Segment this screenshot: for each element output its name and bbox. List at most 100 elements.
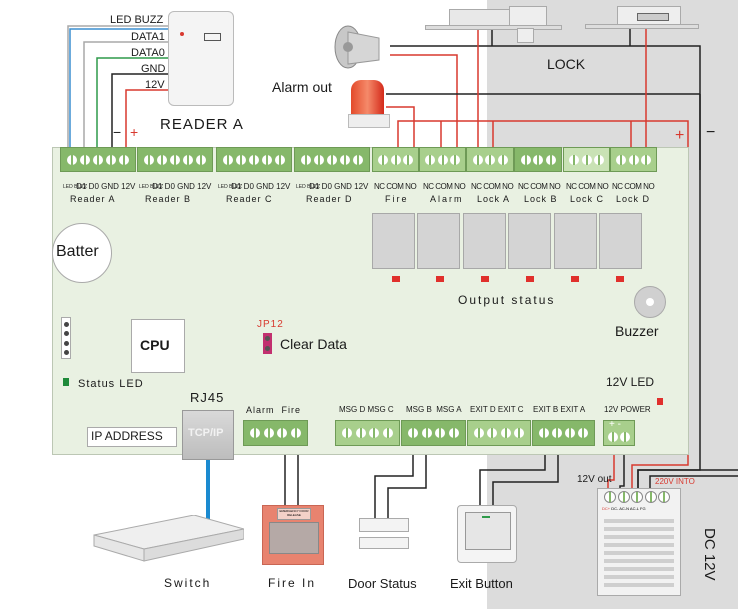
buzzer-label: Buzzer [615,323,659,339]
switch-label: Switch [164,576,212,590]
pin-header [61,317,71,359]
output-led-6 [616,276,624,282]
lock-c-pins: NC COM NO [566,182,609,191]
output-led-3 [481,276,489,282]
terminal-lock-b[interactable] [514,147,562,172]
fire-in-label: Fire In [268,576,317,590]
alarm-pins: NC COM NO [423,182,466,191]
wire-label-data0: DATA0 [131,47,165,59]
relay-lock-d [599,213,642,269]
siren-light-icon [348,80,390,132]
msg-dc-label: MSG D MSG C [339,405,394,414]
tcpip-label: TCP/IP [188,427,224,439]
alarm-out-label: Alarm out [272,79,332,95]
wire-label-12v: 12V [145,79,165,91]
lock-a-port-label: Lock A [477,194,511,204]
reader-a-pins: LED BUZZ D1 D0 GND 12V [63,182,136,191]
wire-label-data1: DATA1 [131,31,165,43]
reader-led-icon [180,32,184,36]
terminal-lock-a[interactable] [466,147,514,172]
terminal-reader-a[interactable] [60,147,136,172]
relay-lock-c [554,213,597,269]
wire-horn-red [390,54,458,156]
reader-minus: − [113,124,122,140]
bus-plus: + [675,127,685,144]
output-led-4 [526,276,534,282]
reader-c-pins: LED BUZZ D1 D0 GND 12V [218,182,291,191]
psu-vents [604,519,674,589]
lock-b-pins: NC COM NO [518,182,561,191]
jp12-jumper[interactable] [263,333,272,354]
horn-speaker-icon [333,22,381,70]
output-led-1 [392,276,400,282]
power-supply-unit: DC+ DC- AC-N AC-L FG [597,488,681,596]
fire-port-label: Fire [385,194,409,204]
ip-address-label: IP ADDRESS [91,429,163,443]
relay-alarm [417,213,460,269]
12v-led-label: 12V LED [606,375,655,389]
terminal-fire[interactable] [372,147,419,172]
msg-ba-label: MSG B MSG A [406,405,462,414]
lock-label: LOCK [547,56,586,72]
lock-b-port-label: Lock B [524,194,558,204]
wire-label-led-buzz: LED BUZZ [110,14,164,26]
reader-b-port-label: Reader B [145,194,192,204]
terminal-exit-ba[interactable] [532,420,595,446]
status-led [63,378,69,386]
lock-c-port-label: Lock C [570,194,605,204]
reader-c-port-label: Reader C [226,194,273,204]
terminal-msg-ba[interactable] [401,420,466,446]
wire-label-gnd: GND [141,63,166,75]
relay-fire [372,213,415,269]
psu-in-label: 220V INTO [655,477,695,486]
exit-button-icon[interactable] [457,505,517,563]
output-led-2 [436,276,444,282]
reader-window [204,33,221,41]
terminal-lock-c[interactable] [563,147,610,172]
cpu-label: CPU [140,337,170,353]
clear-data-label: Clear Data [280,336,347,352]
lock-b-icon [585,6,699,30]
12v-led [657,398,663,405]
terminal-alarm[interactable] [419,147,466,172]
lock-a-pins: NC COM NO [471,182,514,191]
status-led-label: Status LED [78,378,144,390]
door-status-label: Door Status [348,576,417,591]
network-switch-icon [84,514,245,565]
terminal-alarm-fire-input[interactable] [243,420,308,446]
relay-lock-b [508,213,551,269]
reader-d-pins: LED BUZZ D1 D0 GND 12V [296,182,369,191]
lock-d-port-label: Lock D [616,194,651,204]
rj45-label: RJ45 [190,390,225,405]
bus-minus: − [706,124,716,141]
output-status-label: Output status [458,293,556,307]
terminal-msg-dc[interactable] [335,420,400,446]
power-polarity: + - [609,419,621,430]
lock-d-pins: NC COM NO [612,182,655,191]
exit-button-label: Exit Button [450,576,513,591]
terminal-reader-c[interactable] [216,147,292,172]
reader-a-port-label: Reader A [70,194,116,204]
fire-pins: NC COM NO [374,182,417,191]
terminal-reader-d[interactable] [294,147,370,172]
terminal-exit-dc[interactable] [467,420,531,446]
terminal-lock-d[interactable] [610,147,657,172]
buzzer-icon [634,286,666,318]
reader-b-pins: LED BUZZ D1 D0 GND 12V [139,182,212,191]
reader-a-label: READER A [160,116,244,133]
alarm-fire-input-label: Alarm Fire [246,405,302,415]
fire-box-text: EMERGENCY DOOR RELEASE [277,508,311,520]
psu-terminal-labels: DC+ DC- AC-N AC-L FG [602,506,646,511]
terminal-reader-b[interactable] [137,147,213,172]
psu-terminals [604,491,670,503]
reader-plus: + [130,124,139,140]
lock-a-icon [425,6,562,43]
card-reader [168,11,234,106]
reader-d-port-label: Reader D [306,194,353,204]
door-sensor-icon [359,518,409,549]
relay-lock-a [463,213,506,269]
battery-label: Batter [56,243,99,260]
alarm-port-label: Alarm [430,194,464,204]
output-led-5 [571,276,579,282]
exit-ba-label: EXIT B EXIT A [533,405,586,414]
